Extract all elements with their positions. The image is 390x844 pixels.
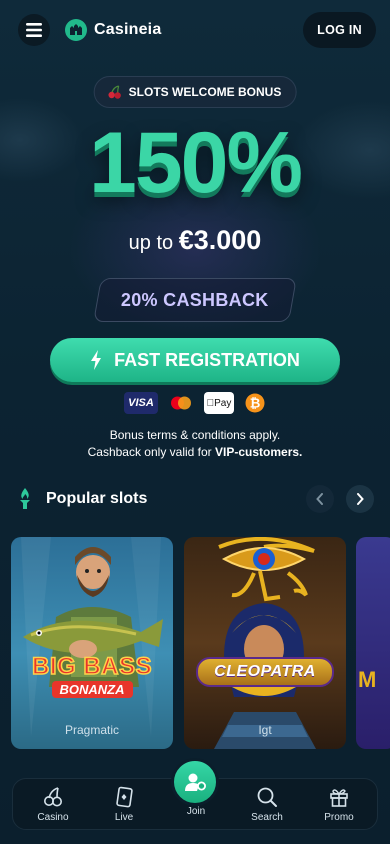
slot-card-big-bass-bonanza[interactable]: BIG BASS BONANZA Pragmatic	[11, 537, 173, 749]
terms-line-2: Cashback only valid for VIP-customers.	[0, 444, 390, 461]
slots-prev-button[interactable]	[306, 485, 334, 513]
apple-pay-text: Pay	[210, 397, 231, 409]
search-icon	[257, 787, 277, 807]
bonus-pill: SLOTS WELCOME BONUS	[93, 76, 297, 108]
apple-pay-icon: Pay	[204, 392, 234, 414]
cards-icon	[116, 786, 133, 808]
nav-item-casino[interactable]: Casino	[25, 785, 81, 823]
torch-icon	[20, 488, 30, 509]
brand-logo[interactable]: Casineia	[64, 18, 161, 42]
cashback-badge: 20% CASHBACK	[93, 278, 297, 322]
login-button[interactable]: LOG IN	[303, 12, 376, 48]
brand-name: Casineia	[94, 21, 162, 38]
popular-slots-title: Popular slots	[46, 490, 148, 507]
slot-card-partial[interactable]: M	[356, 537, 390, 749]
chevron-left-icon	[316, 493, 323, 505]
slot-provider: Igt	[258, 723, 272, 737]
big-bass-artwork	[21, 537, 163, 737]
menu-button[interactable]	[18, 14, 50, 46]
big-bass-logo-line-1: BIG BASS	[31, 653, 152, 680]
terms-line-2-prefix: Cashback only valid for	[87, 445, 212, 459]
top-header: Casineia LOG IN	[18, 12, 376, 48]
slots-next-button[interactable]	[346, 485, 374, 513]
cherry-icon	[44, 787, 62, 807]
big-bass-logo: BIG BASS BONANZA	[21, 653, 163, 699]
upto-amount: €3.000	[178, 225, 262, 255]
cleopatra-artwork	[214, 537, 316, 749]
slot-provider: Pragmatic	[64, 723, 120, 737]
slots-navigation	[306, 485, 374, 513]
cleopatra-logo: CLEOPATRA	[196, 657, 334, 687]
nav-label-live: Live	[114, 812, 134, 823]
bonus-percent: 150%	[89, 115, 303, 211]
nav-item-promo[interactable]: Promo	[311, 785, 367, 823]
visa-icon: VISA	[124, 392, 158, 414]
upto-prefix: up to	[128, 232, 174, 254]
mastercard-icon	[168, 392, 194, 414]
partial-slot-title: M	[358, 667, 377, 692]
bonus-pill-label: SLOTS WELCOME BONUS	[128, 85, 282, 99]
fast-registration-label: FAST REGISTRATION	[114, 349, 300, 370]
user-add-icon	[185, 773, 206, 791]
cashback-label: 20% CASHBACK	[121, 289, 269, 310]
lightning-icon	[91, 350, 102, 370]
fast-registration-button[interactable]: FAST REGISTRATION	[50, 338, 340, 382]
terms-line-1: Bonus terms & conditions apply.	[109, 428, 281, 442]
gift-icon	[330, 789, 348, 807]
nav-label-casino: Casino	[37, 812, 69, 823]
slot-card-cleopatra[interactable]: CLEOPATRA Igt	[184, 537, 346, 749]
hamburger-icon	[26, 23, 42, 37]
nav-label-promo: Promo	[324, 812, 354, 823]
payment-methods: VISA Pay ₿	[0, 392, 390, 414]
nav-label-search: Search	[251, 812, 283, 823]
bitcoin-icon: ₿	[244, 392, 266, 414]
vip-customers-text: VIP-customers.	[215, 445, 303, 459]
bonus-terms: Bonus terms & conditions apply. Cashback…	[0, 427, 390, 461]
bonus-upto: up to €3.000	[0, 225, 390, 256]
big-bass-logo-line-2: BONANZA	[51, 681, 133, 698]
chevron-right-icon	[357, 493, 364, 505]
popular-slots-header: Popular slots	[16, 484, 374, 514]
join-button[interactable]	[171, 758, 219, 806]
svg-text:₿: ₿	[250, 396, 261, 411]
nav-item-search[interactable]: Search	[239, 785, 295, 823]
castle-logo-icon	[65, 19, 87, 41]
nav-item-live[interactable]: Live	[96, 785, 152, 823]
cherry-icon	[108, 85, 121, 99]
nav-label-join: Join	[186, 806, 206, 817]
